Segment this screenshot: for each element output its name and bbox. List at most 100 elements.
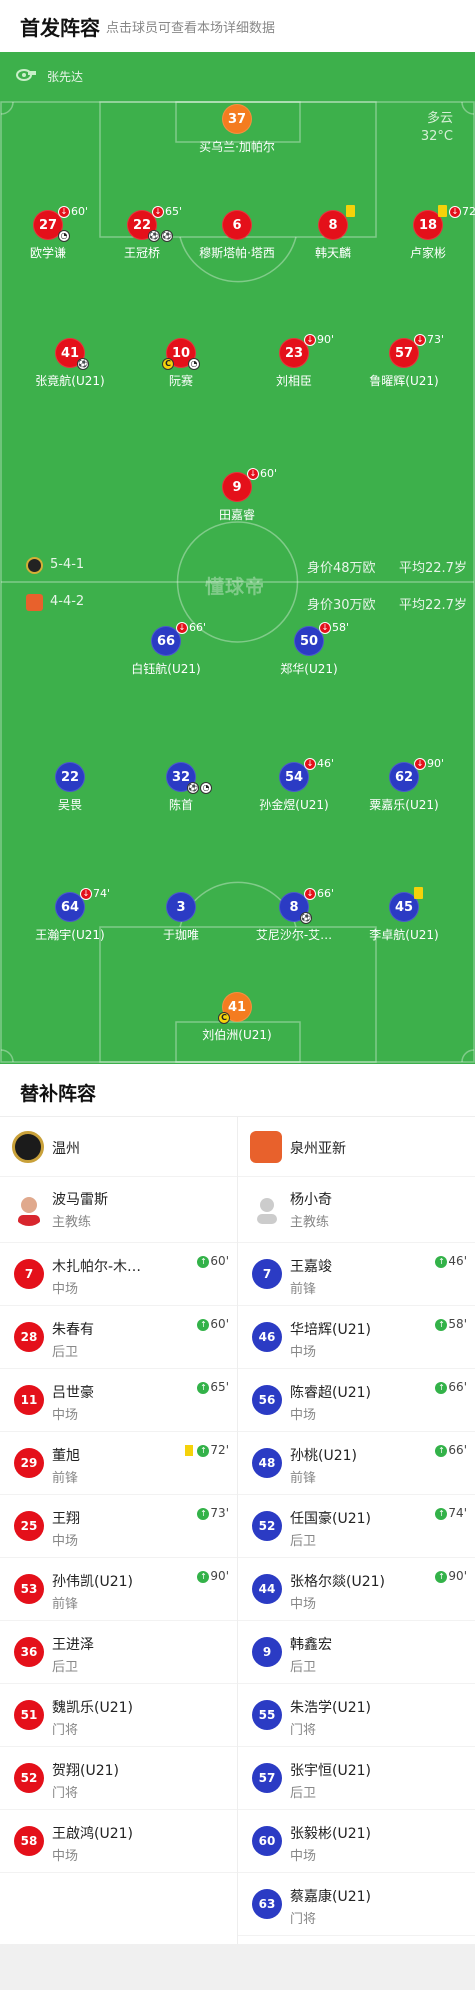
away-sub-list: 7 王嘉竣 前锋 ↑ 46' 46 华培辉(U21) 中场 ↑ 58' 56 陈睿超(U21) 中场 ↑ 6…	[238, 1243, 475, 1936]
sub-player-row[interactable]: 52 贺翔(U21) 门将	[0, 1747, 237, 1810]
player-number: 60	[252, 1826, 282, 1856]
player-away-5[interactable]: 54 ↓ 46' 孙金煜(U21)	[234, 757, 354, 826]
player-away-4[interactable]: 32 ⚽ ◔ 陈首	[121, 762, 241, 826]
sub-player-row[interactable]: 53 孙伟凯(U21) 前锋 ↑ 90'	[0, 1558, 237, 1621]
away-coach-row[interactable]: 杨小奇 主教练	[238, 1177, 475, 1243]
player-name: 孙金煜(U21)	[259, 798, 329, 812]
player-number: 58	[14, 1826, 44, 1856]
sub-player-row[interactable]: 63 蔡嘉康(U21) 门将	[238, 1873, 475, 1936]
player-name: 刘伯洲(U21)	[202, 1028, 272, 1042]
player-away-10[interactable]: 45 李卓航(U21)	[344, 887, 464, 956]
sub-player-row[interactable]: 46 华培辉(U21) 中场 ↑ 58'	[238, 1306, 475, 1369]
goal-ball-icon: ⚽	[161, 230, 173, 242]
sub-player-row[interactable]: 28 朱春有 后卫 ↑ 60'	[0, 1306, 237, 1369]
sub-on-icon: ↑	[197, 1444, 210, 1457]
sub-off-badge: ↓ 74'	[80, 887, 110, 900]
player-name: 贺翔(U21)	[52, 1763, 119, 1779]
player-number: 36	[14, 1637, 44, 1667]
referee-name: 张先达	[47, 70, 84, 84]
sub-player-row[interactable]: 60 张毅彬(U21) 中场	[238, 1810, 475, 1873]
sub-player-row[interactable]: 9 韩鑫宏 后卫	[238, 1621, 475, 1684]
player-home-gk[interactable]: 37 买乌兰·加帕尔	[177, 104, 297, 168]
yellow-card-icon	[185, 1445, 193, 1456]
sub-player-row[interactable]: 55 朱浩学(U21) 门将	[238, 1684, 475, 1747]
home-sub-list: 7 木扎帕尔-木… 中场 ↑ 60' 28 朱春有 后卫 ↑ 60' 11 吕世豪 中场 ↑ 65' 29 董旭…	[0, 1243, 237, 1873]
sub-player-row[interactable]: 57 张宇恒(U21) 后卫	[238, 1747, 475, 1810]
page-title: 首发阵容	[20, 16, 100, 40]
sub-player-row[interactable]: 36 王进泽 后卫	[0, 1621, 237, 1684]
player-away-gk[interactable]: 41 C 刘伯洲(U21)	[177, 992, 297, 1056]
weather-condition: 多云	[426, 111, 453, 126]
lineup-page: 首发阵容 点击球员可查看本场详细数据 张先达 多云 32°C 懂球帝 37 买乌…	[0, 0, 475, 1990]
player-away-3[interactable]: 22 吴畏	[10, 762, 130, 826]
home-formation: 5-4-1	[50, 557, 85, 572]
home-coach-row[interactable]: 波马雷斯 主教练	[0, 1177, 237, 1243]
player-name: 陈睿超(U21)	[290, 1385, 371, 1401]
home-team-info: 5-4-1 身价48万欧 平均22.7岁	[0, 555, 475, 577]
whistle-icon	[15, 67, 37, 86]
sub-player-row[interactable]: 51 魏凯乐(U21) 门将	[0, 1684, 237, 1747]
sub-player-row[interactable]: 7 王嘉竣 前锋 ↑ 46'	[238, 1243, 475, 1306]
player-away-6[interactable]: 62 ↓ 90' 粟嘉乐(U21)	[344, 757, 464, 826]
assist-icon: ◔	[58, 230, 70, 242]
substitutes-section: 替补阵容 温州 波马雷斯 主教练 7 木扎帕尔-木… 中场 ↑ 60' 28 朱春有 后卫 ↑ 6…	[0, 1064, 475, 1944]
player-away-9[interactable]: 8 ↓ 66' ⚽ 艾尼沙尔-艾…	[234, 887, 354, 956]
sub-on-icon: ↑	[435, 1444, 448, 1457]
player-name: 张格尔燚(U21)	[290, 1574, 385, 1590]
player-home-5[interactable]: 18 ↓72' 卢家彬	[368, 205, 475, 274]
player-away-7[interactable]: 64 ↓ 74' 王瀚宇(U21)	[10, 887, 130, 956]
sub-off-icon: ↓	[449, 206, 461, 218]
player-name: 艾尼沙尔-艾…	[255, 928, 333, 942]
sub-on-icon: ↑	[197, 1507, 210, 1520]
player-name: 白钰航(U21)	[131, 662, 201, 676]
player-number: 63	[252, 1889, 282, 1919]
yellow-card-icon	[438, 205, 447, 217]
player-position: 前锋	[290, 1282, 317, 1297]
player-name: 张竟航(U21)	[35, 374, 105, 388]
player-number: 55	[252, 1700, 282, 1730]
substitutes-title: 替补阵容	[20, 1083, 97, 1105]
player-home-7[interactable]: 10 C ◔ 阮赛	[121, 338, 241, 402]
player-away-8[interactable]: 3 于珈唯	[121, 892, 241, 956]
player-name: 买乌兰·加帕尔	[199, 140, 275, 154]
sub-player-row[interactable]: 48 孙桃(U21) 前锋 ↑ 66'	[238, 1432, 475, 1495]
sub-player-row[interactable]: 7 木扎帕尔-木… 中场 ↑ 60'	[0, 1243, 237, 1306]
away-formation: 4-4-2	[50, 594, 85, 609]
player-number: 7	[14, 1259, 44, 1289]
sub-player-row[interactable]: 56 陈睿超(U21) 中场 ↑ 66'	[238, 1369, 475, 1432]
sub-on-time: ↑ 90'	[435, 1569, 467, 1583]
team-name: 温州	[52, 1141, 80, 1157]
player-home-10[interactable]: 9 ↓ 60' 田嘉睿	[177, 467, 297, 536]
player-number: 48	[252, 1448, 282, 1478]
sub-player-row[interactable]: 52 任国豪(U21) 后卫 ↑ 74'	[238, 1495, 475, 1558]
player-number: 44	[252, 1574, 282, 1604]
player-home-6[interactable]: 41 ⚽ 张竟航(U21)	[10, 338, 130, 402]
player-away-2[interactable]: 50 ↓ 58' 郑华(U21)	[249, 621, 369, 690]
assist-icon: ◔	[200, 782, 212, 794]
away-avg-age: 平均22.7岁	[399, 598, 467, 613]
coach-name: 杨小奇	[290, 1192, 332, 1208]
player-position: 后卫	[52, 1345, 79, 1360]
player-name: 田嘉睿	[218, 508, 255, 522]
sub-on-icon: ↑	[435, 1570, 448, 1583]
sub-player-row[interactable]: 25 王翔 中场 ↑ 73'	[0, 1495, 237, 1558]
player-position: 中场	[52, 1534, 79, 1549]
player-number: 51	[14, 1700, 44, 1730]
sub-off-badge: ↓ 73'	[414, 333, 444, 346]
sub-player-row[interactable]: 44 张格尔燚(U21) 中场 ↑ 90'	[238, 1558, 475, 1621]
sub-player-row[interactable]: 11 吕世豪 中场 ↑ 65'	[0, 1369, 237, 1432]
sub-off-badge: ↓ 58'	[319, 621, 349, 634]
sub-off-badge: ↓ 66'	[304, 887, 334, 900]
player-away-1[interactable]: 66 ↓ 66' 白钰航(U21)	[106, 621, 226, 690]
player-position: 门将	[52, 1786, 79, 1801]
player-home-8[interactable]: 23 ↓ 90' 刘相臣	[234, 333, 354, 402]
player-position: 门将	[290, 1912, 317, 1927]
lineup-header: 首发阵容 点击球员可查看本场详细数据	[0, 0, 475, 52]
sub-off-badge: ↓ 66'	[176, 621, 206, 634]
sub-on-icon: ↑	[435, 1507, 448, 1520]
player-home-9[interactable]: 57 ↓ 73' 鲁曜辉(U21)	[344, 333, 464, 402]
goal-ball-icon: ⚽	[148, 230, 160, 242]
sub-player-row[interactable]: 29 董旭 前锋 ↑ 72'	[0, 1432, 237, 1495]
sub-player-row[interactable]: 58 王啟鸿(U21) 中场	[0, 1810, 237, 1873]
player-number: 25	[14, 1511, 44, 1541]
